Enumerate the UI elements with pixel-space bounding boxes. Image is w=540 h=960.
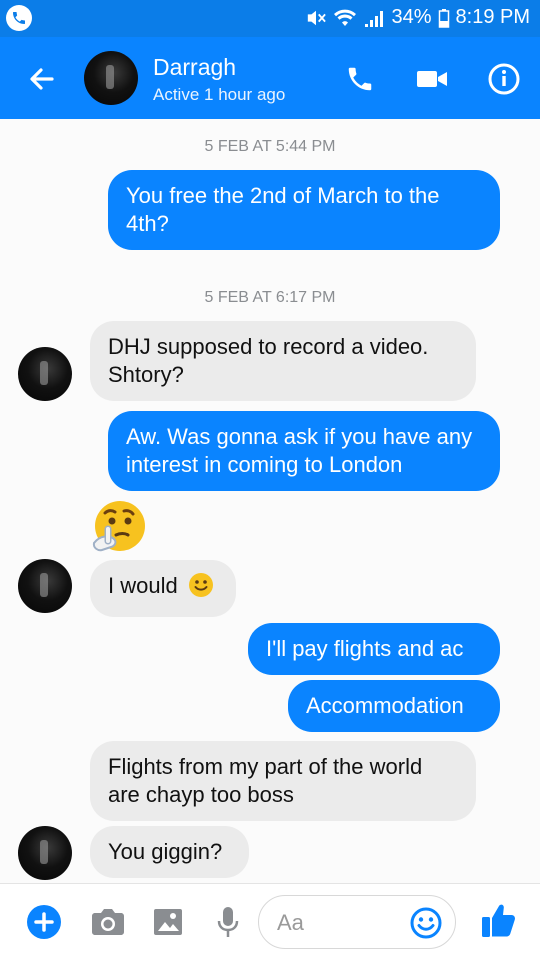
contact-avatar[interactable]: [84, 51, 138, 105]
slight-smile-emoji-icon: [188, 572, 214, 605]
message-timestamp: 5 FEB AT 5:44 PM: [204, 138, 336, 155]
signal-icon: [363, 8, 385, 28]
thinking-face-emoji-icon[interactable]: [90, 499, 148, 557]
image-icon[interactable]: [150, 904, 186, 940]
contact-avatar: [18, 347, 72, 401]
thumbs-up-icon[interactable]: [478, 900, 518, 940]
contact-avatar: [18, 559, 72, 613]
sent-message[interactable]: I'll pay flights and ac: [248, 623, 500, 675]
phone-icon[interactable]: [340, 59, 380, 99]
video-call-icon[interactable]: [412, 59, 452, 99]
contact-avatar: [18, 826, 72, 880]
message-input[interactable]: [277, 908, 407, 938]
received-message[interactable]: Flights from my part of the world are ch…: [90, 741, 476, 821]
clock-time: 8:19 PM: [455, 6, 530, 28]
info-icon[interactable]: [484, 59, 524, 99]
conversation-header: Darragh Active 1 hour ago: [0, 37, 540, 119]
battery-icon: [438, 8, 450, 28]
camera-icon[interactable]: [90, 904, 126, 940]
phone-call-notification-icon: [6, 5, 32, 31]
wifi-icon: [333, 8, 357, 28]
received-message-text: I would: [108, 573, 178, 598]
mute-icon: [305, 8, 327, 28]
contact-name[interactable]: Darragh: [153, 54, 236, 81]
microphone-icon[interactable]: [210, 904, 246, 940]
back-arrow-icon[interactable]: [24, 61, 60, 97]
received-message[interactable]: I would: [90, 560, 236, 617]
message-timestamp: 5 FEB AT 6:17 PM: [204, 289, 336, 306]
status-bar: 34% 8:19 PM: [0, 0, 540, 37]
sent-message[interactable]: Accommodation: [288, 680, 500, 732]
plus-icon[interactable]: [26, 904, 62, 940]
contact-active-status: Active 1 hour ago: [153, 85, 286, 104]
battery-percent: 34%: [391, 6, 432, 28]
received-message[interactable]: You giggin?: [90, 826, 249, 878]
sent-message[interactable]: Aw. Was gonna ask if you have any intere…: [108, 411, 500, 491]
emoji-icon[interactable]: [409, 906, 443, 940]
sent-message[interactable]: You free the 2nd of March to the 4th?: [108, 170, 500, 250]
message-thread[interactable]: 5 FEB AT 5:44 PM You free the 2nd of Mar…: [0, 119, 540, 883]
message-composer: [0, 883, 540, 960]
message-input-box[interactable]: [258, 895, 456, 949]
received-message[interactable]: DHJ supposed to record a video. Shtory?: [90, 321, 476, 401]
